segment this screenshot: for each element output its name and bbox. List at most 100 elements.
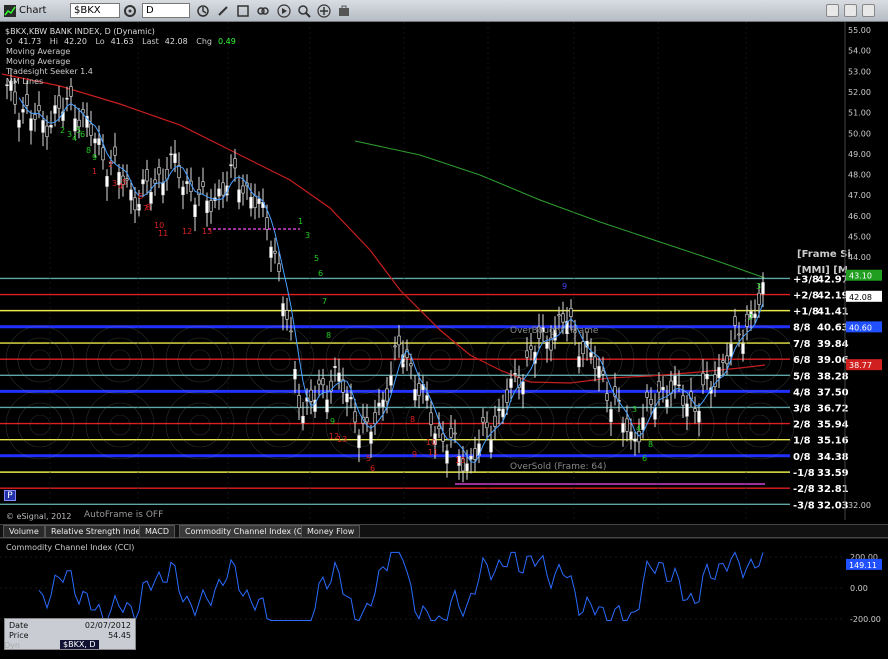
indicator-tabs: Volume Relative Strength Index MACD Comm… [0,524,888,538]
candle-body [465,463,469,472]
candle-body [697,410,701,423]
date-label: Date [9,621,29,630]
candle-body [693,408,697,412]
bg-circle [349,349,371,371]
candle-body [365,417,369,423]
seq-count-14: 8 [146,203,151,212]
bg-circle [589,414,611,436]
mm-label-6: 5/8 [793,371,811,382]
candle-body [489,439,493,453]
symbol-input[interactable]: $BKX [70,3,120,18]
tab-rsi[interactable]: Relative Strength Index [45,525,151,538]
link-icon[interactable] [256,4,270,18]
maximize-button[interactable] [844,4,857,17]
study-ma-2[interactable]: Moving Average [6,57,242,67]
candle-body [501,408,505,418]
candle-body [173,153,177,163]
settings-icon[interactable] [123,4,137,18]
candle-body [105,176,109,187]
seq-count-32: 11 [428,448,438,457]
price-chart[interactable]: +3/842.97+2/842.19+1/841.418/8 40.637/8 39… [0,22,888,659]
instrument-label: $BKX,KBW BANK INDEX, D (Dynamic) [5,27,155,36]
candle-body [425,395,429,401]
candle-body [645,391,649,398]
mm-value-2: 41.41 [817,307,849,318]
chart-panel[interactable]: +3/8 42.97 +2/8 42.19 +1/8 41.41 8/8 40.63 7/8 39… [0,22,888,659]
seq-count-22: 6 [318,269,323,278]
tab-volume[interactable]: Volume [3,525,45,538]
cci-tick-2: -200.00 [850,615,881,624]
candle-body [53,105,57,114]
tab-macd[interactable]: MACD [139,525,175,538]
badge-red: 38.77 [849,361,872,370]
seq-count-24: 8 [326,331,331,340]
candle-body [65,97,69,100]
refresh-icon[interactable] [196,4,210,18]
play-icon[interactable] [277,4,291,18]
cci-badge: 149.11 [849,561,877,570]
zoom-icon[interactable] [297,4,311,18]
pencil-icon[interactable] [216,4,230,18]
candle-body [417,383,421,396]
mm-value-10: 35.16 [817,436,849,447]
quote-row: O 41.73 Hi 42.20 Lo 41.63 Last 42.08 Chg 0.49 [6,37,242,47]
candle-body [545,341,549,349]
candle-body [229,164,233,167]
bg-circle [325,325,395,395]
bg-circle [749,414,771,436]
candle-body [201,181,205,187]
tab-money-flow[interactable]: Money Flow [301,525,361,538]
study-mm-lines[interactable]: MM Lines [6,77,242,87]
seq-count-12: 6 [138,192,143,201]
low-label: Lo [95,37,105,46]
candle-body [753,313,757,318]
candles [5,68,765,483]
mm-label-2: +1/8 [793,307,819,318]
candle-body [237,189,241,203]
candle-body [741,343,745,354]
seq-count-17: 12 [182,227,192,236]
seq-count-41: 3 [756,282,761,291]
candle-body [413,389,417,401]
price-tick-5: 50.00 [848,129,871,138]
candle-body [397,335,401,346]
candle-body [429,412,433,425]
tab-cci[interactable]: Commodity Channel Index (CCI) [179,525,320,538]
candle-body [453,432,457,435]
study-seeker[interactable]: Tradesight Seeker 1.4 [6,67,242,77]
candle-body [45,125,49,137]
add-icon[interactable] [317,4,331,18]
candle-body [57,95,61,109]
candle-body [193,204,197,218]
candle-body [661,386,665,391]
toolbox-icon[interactable] [337,4,351,18]
mm-label-11: 0/8 [793,452,811,463]
bg-circle [97,402,143,448]
draw-tools-icon[interactable] [236,4,250,18]
seq-count-28: 5 [366,454,371,463]
mm-value-3: 40.63 [817,323,849,334]
chart-legend: $BKX,KBW BANK INDEX, D (Dynamic) O 41.73 … [5,27,242,87]
bg-circle [109,349,131,371]
candle-body [581,341,585,355]
candle-body [505,389,509,403]
candle-body [277,263,281,272]
candle-body [725,355,729,365]
interval-input[interactable]: D [142,3,190,18]
mm-value-13: 32.81 [817,484,849,495]
seq-count-30: 8 [410,415,415,424]
candle-body [469,455,473,460]
minimize-button[interactable] [826,4,839,17]
close-button[interactable] [862,4,875,17]
bg-circle [269,414,291,436]
study-ma-1[interactable]: Moving Average [6,47,242,57]
mm-label-13: -2/8 [793,484,815,495]
ma-mid-line [1,73,766,384]
seq-count-38: 6 [642,454,647,463]
copyright-text: © eSignal, 2012 [6,512,72,521]
p-marker-icon[interactable]: P [4,490,16,501]
price-tick-21: 32.00 [848,501,871,510]
candle-body [665,399,669,408]
price-tick-6: 49.00 [848,150,871,159]
cursor-symbol-label: $BKX, D [60,640,99,649]
